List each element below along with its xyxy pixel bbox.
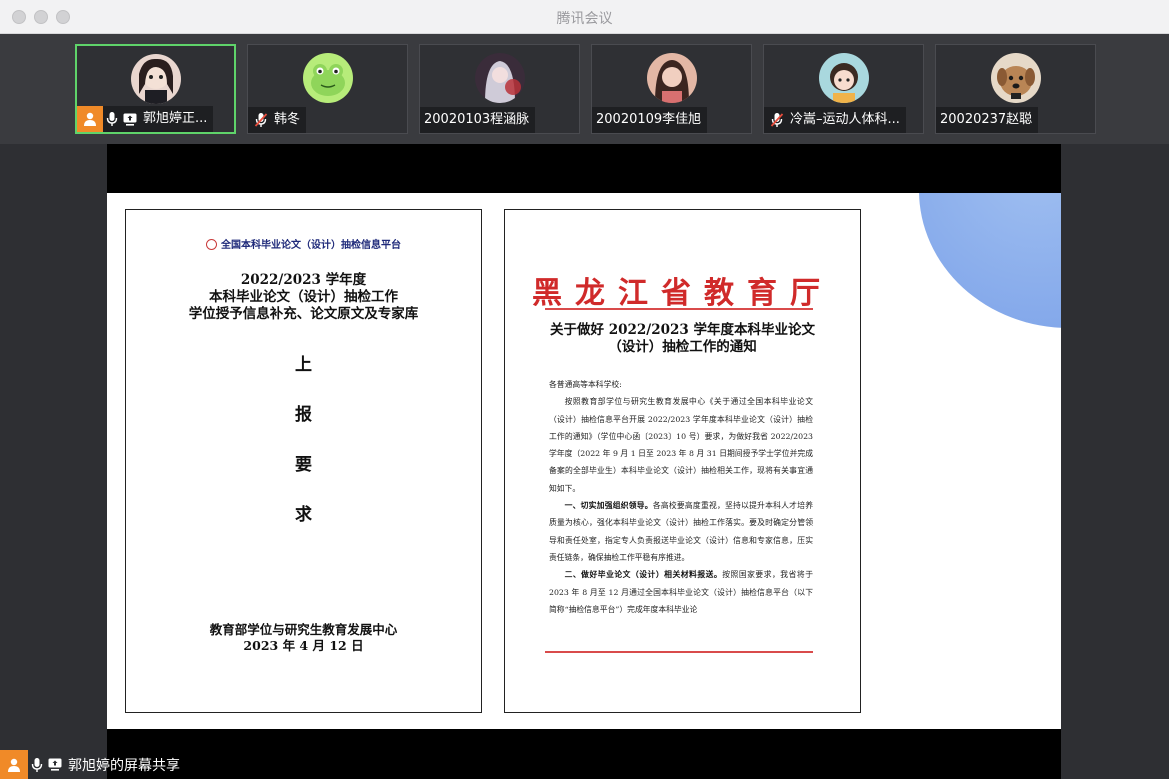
green-frog-avatar: [302, 53, 353, 103]
issuer-heading: 黑龙江省教育厅: [532, 276, 833, 311]
participant-name-bar: 韩冬: [248, 107, 307, 133]
document-title: 2022/2023 学年度 本科毕业论文（设计）抽检工作 学位授予信息补充、论文…: [126, 272, 481, 323]
title-line: 学位授予信息补充、论文原文及专家库: [188, 306, 419, 322]
issuer-line: 教育部学位与研究生教育发展中心: [209, 622, 398, 637]
cartoon-girl-avatar: [818, 53, 869, 103]
shared-screen[interactable]: 全国本科毕业论文（设计）抽检信息平台 2022/2023 学年度 本科毕业论文（…: [107, 193, 1061, 729]
participant-tile[interactable]: 郭旭婷正...: [75, 44, 236, 134]
participant-name: 郭旭婷正...: [143, 111, 208, 126]
title-line: 本科毕业论文（设计）抽检工作: [209, 289, 398, 305]
host-icon: [0, 750, 28, 779]
participant-name: 20020109李佳旭: [596, 112, 702, 127]
host-icon: [77, 106, 103, 132]
notice-title-line: 关于做好 2022/2023 学年度本科毕业论文: [550, 322, 815, 338]
participant-tile[interactable]: 韩冬: [247, 44, 408, 134]
document-page-left: 全国本科毕业论文（设计）抽检信息平台 2022/2023 学年度 本科毕业论文（…: [125, 209, 482, 713]
title-bar: 腾讯会议: [0, 0, 1169, 34]
participant-tile[interactable]: 20020109李佳旭: [591, 44, 752, 134]
participant-name: 20020237赵聪: [940, 112, 1033, 127]
paragraph: 按照教育部学位与研究生教育发展中心《关于通过全国本科毕业论文（设计）抽检信息平台…: [549, 397, 813, 493]
anime-character-avatar: [474, 53, 525, 103]
big-char: 报: [295, 405, 312, 425]
screen-share-icon: [46, 750, 64, 779]
paragraph: 二、做好毕业论文（设计）相关材料报送。按照国家要求，我省将于 2023 年 8 …: [549, 566, 813, 618]
platform-header: 全国本科毕业论文（设计）抽检信息平台: [126, 236, 481, 251]
portrait-avatar: [646, 53, 697, 103]
seal-icon: [206, 239, 217, 250]
decorative-circle: [919, 193, 1061, 328]
screen-share-icon: [121, 106, 139, 132]
paragraph-heading: 二、做好毕业论文（设计）相关材料报送。: [564, 570, 723, 580]
window-title: 腾讯会议: [556, 11, 613, 27]
participant-strip: 郭旭婷正... 韩冬 20020103程涵脉 20020109李佳旭 冷嵩–运动…: [0, 34, 1169, 144]
participant-name-bar: 郭旭婷正...: [77, 106, 214, 132]
participant-name-bar: 冷嵩–运动人体科...: [764, 107, 906, 133]
participant-name: 20020103程涵脉: [424, 112, 530, 127]
sharing-status: 郭旭婷的屏幕共享: [0, 750, 180, 779]
paragraph-heading: 一、切实加强组织领导。: [564, 501, 653, 511]
participant-tile[interactable]: 20020237赵聪: [935, 44, 1096, 134]
big-char: 求: [295, 505, 312, 525]
title-line: 2022/2023 学年度: [240, 272, 367, 288]
participant-tile[interactable]: 冷嵩–运动人体科...: [763, 44, 924, 134]
microphone-muted-icon[interactable]: [768, 107, 786, 133]
paragraph-text: 各高校要高度重视，坚持以提升本科人才培养质量为核心，强化本科毕业论文（设计）抽检…: [549, 501, 814, 562]
document-issuer: 教育部学位与研究生教育发展中心 2023 年 4 月 12 日: [126, 622, 481, 654]
participant-name: 冷嵩–运动人体科...: [790, 112, 900, 127]
red-divider: [545, 308, 813, 310]
big-char: 要: [295, 455, 312, 475]
microphone-icon[interactable]: [103, 106, 121, 132]
sharing-status-label: 郭旭婷的屏幕共享: [68, 757, 180, 774]
red-divider: [545, 651, 813, 653]
notice-body: 各普通高等本科学校: 按照教育部学位与研究生教育发展中心《关于通过全国本科毕业论…: [549, 376, 813, 618]
dog-avatar: [990, 53, 1041, 103]
microphone-muted-icon[interactable]: [252, 107, 270, 133]
participant-name-bar: 20020103程涵脉: [420, 107, 536, 133]
notice-title: 关于做好 2022/2023 学年度本科毕业论文 （设计）抽检工作的通知: [505, 322, 860, 356]
issuer-date: 2023 年 4 月 12 日: [243, 638, 364, 653]
platform-header-text: 全国本科毕业论文（设计）抽检信息平台: [221, 240, 401, 251]
participant-name-bar: 20020237赵聪: [936, 107, 1039, 133]
participant-tile[interactable]: 20020103程涵脉: [419, 44, 580, 134]
participant-name: 韩冬: [274, 112, 301, 127]
document-page-right: 黑龙江省教育厅 关于做好 2022/2023 学年度本科毕业论文 （设计）抽检工…: [504, 209, 861, 713]
share-letterbox-bottom: [107, 729, 1061, 779]
participant-name-bar: 20020109李佳旭: [592, 107, 708, 133]
salutation: 各普通高等本科学校:: [549, 380, 622, 389]
share-letterbox-top: [107, 144, 1061, 193]
notice-title-line: （设计）抽检工作的通知: [608, 339, 757, 355]
anime-girl-avatar: [130, 54, 181, 104]
big-char: 上: [295, 355, 312, 375]
paragraph: 一、切实加强组织领导。各高校要高度重视，坚持以提升本科人才培养质量为核心，强化本…: [549, 497, 813, 566]
microphone-icon[interactable]: [28, 750, 46, 779]
